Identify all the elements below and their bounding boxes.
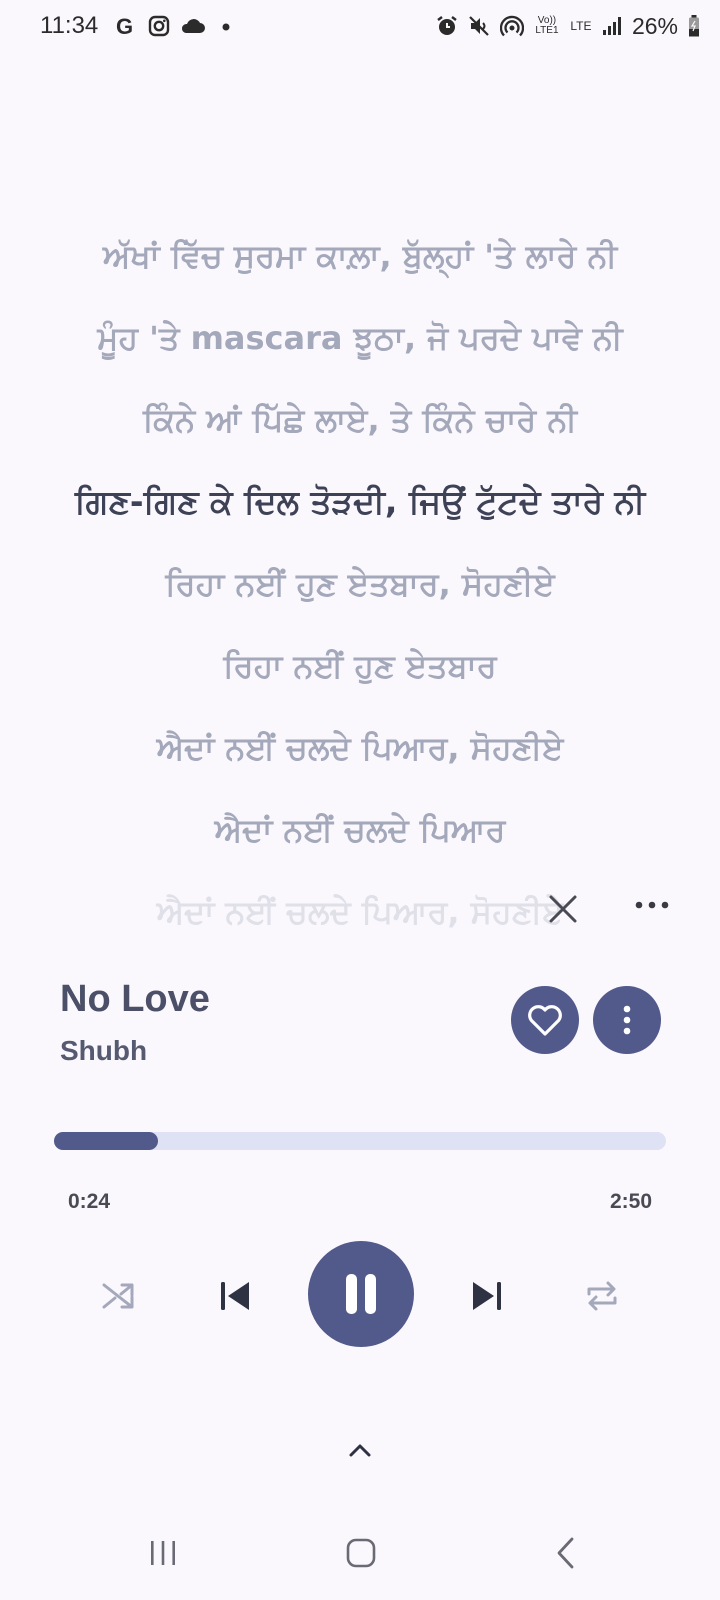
lyric-line[interactable]: ਕਿੰਨੇ ਆਂ ਪਿੱਛੇ ਲਾਏ, ਤੇ ਕਿੰਨੇ ਚਾਰੇ ਨੀ	[0, 379, 720, 461]
repeat-icon	[587, 1281, 617, 1311]
lyric-line[interactable]: ਰਿਹਾ ਨਈਂ ਹੁਣ ਏਤਬਾਰ, ਸੋਹਣੀਏ	[0, 543, 720, 625]
alarm-icon	[437, 16, 457, 35]
home-icon[interactable]	[346, 1538, 376, 1568]
cloud-icon	[181, 19, 205, 33]
close-icon[interactable]	[544, 890, 582, 928]
previous-button[interactable]	[213, 1274, 257, 1318]
like-button[interactable]	[511, 986, 579, 1054]
pause-icon	[346, 1274, 376, 1314]
svg-text:G: G	[116, 14, 133, 38]
next-button[interactable]	[465, 1274, 509, 1318]
volte-icon: Vo)) LTE1	[535, 15, 559, 36]
previous-icon	[221, 1282, 249, 1310]
lyrics-panel: ਅੱਖਾਂ ਵਿੱਚ ਸੁਰਮਾ ਕਾਲ਼ਾ, ਬੁੱਲ੍ਹਾਂ 'ਤੇ ਲਾਰ…	[0, 215, 720, 953]
status-bar: 11:34 G Vo)) LTE1 LTE 26%	[0, 0, 720, 56]
track-artist[interactable]: Shubh	[60, 1035, 147, 1067]
lyric-line[interactable]: ਮੂੰਹ 'ਤੇ mascara ਝੂਠਾ, ਜੋ ਪਰਦੇ ਪਾਵੇ ਨੀ	[0, 297, 720, 379]
current-time: 0:24	[68, 1190, 111, 1213]
google-icon: G	[116, 14, 133, 38]
more-vertical-icon	[623, 1005, 631, 1035]
hotspot-icon	[499, 15, 524, 37]
battery-icon	[689, 15, 699, 37]
signal-icon	[602, 17, 621, 35]
repeat-button[interactable]	[580, 1274, 624, 1318]
lyric-line[interactable]: ਅੱਖਾਂ ਵਿੱਚ ਸੁਰਮਾ ਕਾਲ਼ਾ, ਬੁੱਲ੍ਹਾਂ 'ਤੇ ਲਾਰ…	[0, 215, 720, 297]
shuffle-icon	[102, 1283, 134, 1309]
more-horizontal-icon[interactable]	[634, 898, 670, 912]
lte-icon: LTE	[570, 19, 592, 33]
more-options-button[interactable]	[593, 986, 661, 1054]
mute-icon	[469, 16, 489, 36]
back-icon[interactable]	[554, 1536, 576, 1570]
pause-button[interactable]	[308, 1241, 414, 1347]
lyric-line-active[interactable]: ਗਿਣ-ਗਿਣ ਕੇ ਦਿਲ ਤੋੜਦੀ, ਜਿਉਂ ਟੁੱਟਦੇ ਤਾਰੇ ਨ…	[0, 461, 720, 543]
seek-bar[interactable]	[54, 1132, 666, 1150]
battery-percent: 26%	[631, 12, 678, 39]
track-title: No Love	[60, 978, 210, 1020]
chevron-up-icon[interactable]	[345, 1438, 375, 1462]
seek-bar-progress	[54, 1132, 159, 1150]
heart-icon	[528, 1005, 562, 1036]
shuffle-button[interactable]	[96, 1274, 140, 1318]
lyric-line[interactable]: ਐਦਾਂ ਨਈਂ ਚਲਦੇ ਪਿਆਰ	[0, 789, 720, 871]
instagram-icon	[148, 15, 170, 37]
total-time: 2:50	[609, 1190, 652, 1213]
dot-icon	[222, 23, 230, 31]
recents-icon[interactable]	[148, 1538, 178, 1568]
status-time: 11:34	[40, 12, 99, 39]
next-icon	[473, 1282, 501, 1310]
lyric-line[interactable]: ਰਿਹਾ ਨਈਂ ਹੁਣ ਏਤਬਾਰ	[0, 625, 720, 707]
lyric-line[interactable]: ਐਦਾਂ ਨਈਂ ਚਲਦੇ ਪਿਆਰ, ਸੋਹਣੀਏ	[0, 707, 720, 789]
lyric-line[interactable]: ਐਦਾਂ ਨਈਂ ਚਲਦੇ ਪਿਆਰ, ਸੋਹਣੀਏ	[0, 871, 720, 953]
